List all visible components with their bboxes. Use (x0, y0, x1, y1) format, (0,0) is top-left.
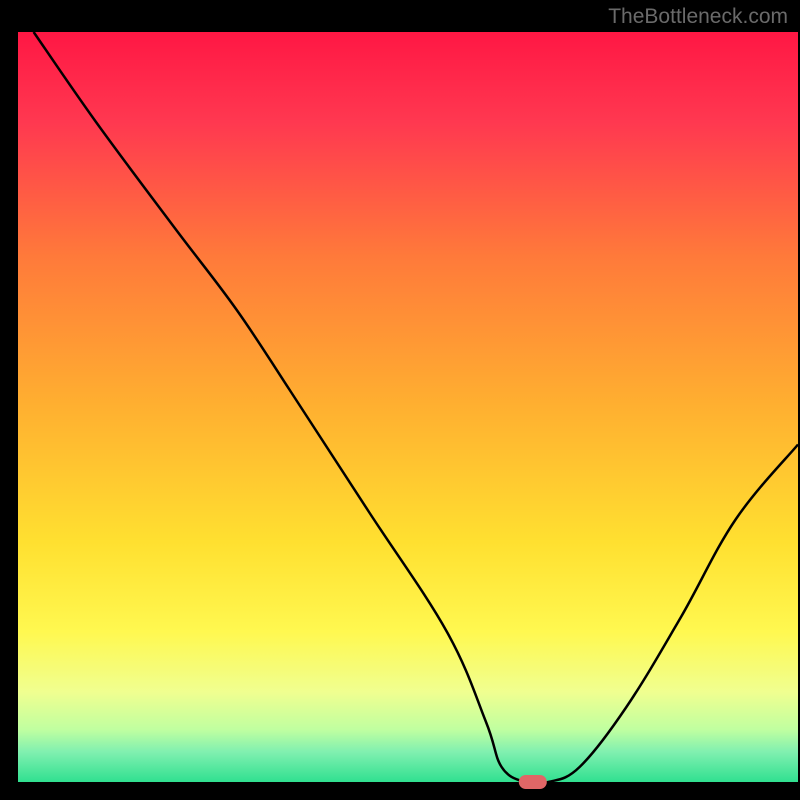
optimal-marker (519, 775, 547, 789)
chart-container: TheBottleneck.com (0, 0, 800, 800)
bottleneck-chart (0, 0, 800, 800)
plot-background (18, 32, 798, 782)
watermark-text: TheBottleneck.com (608, 5, 788, 29)
